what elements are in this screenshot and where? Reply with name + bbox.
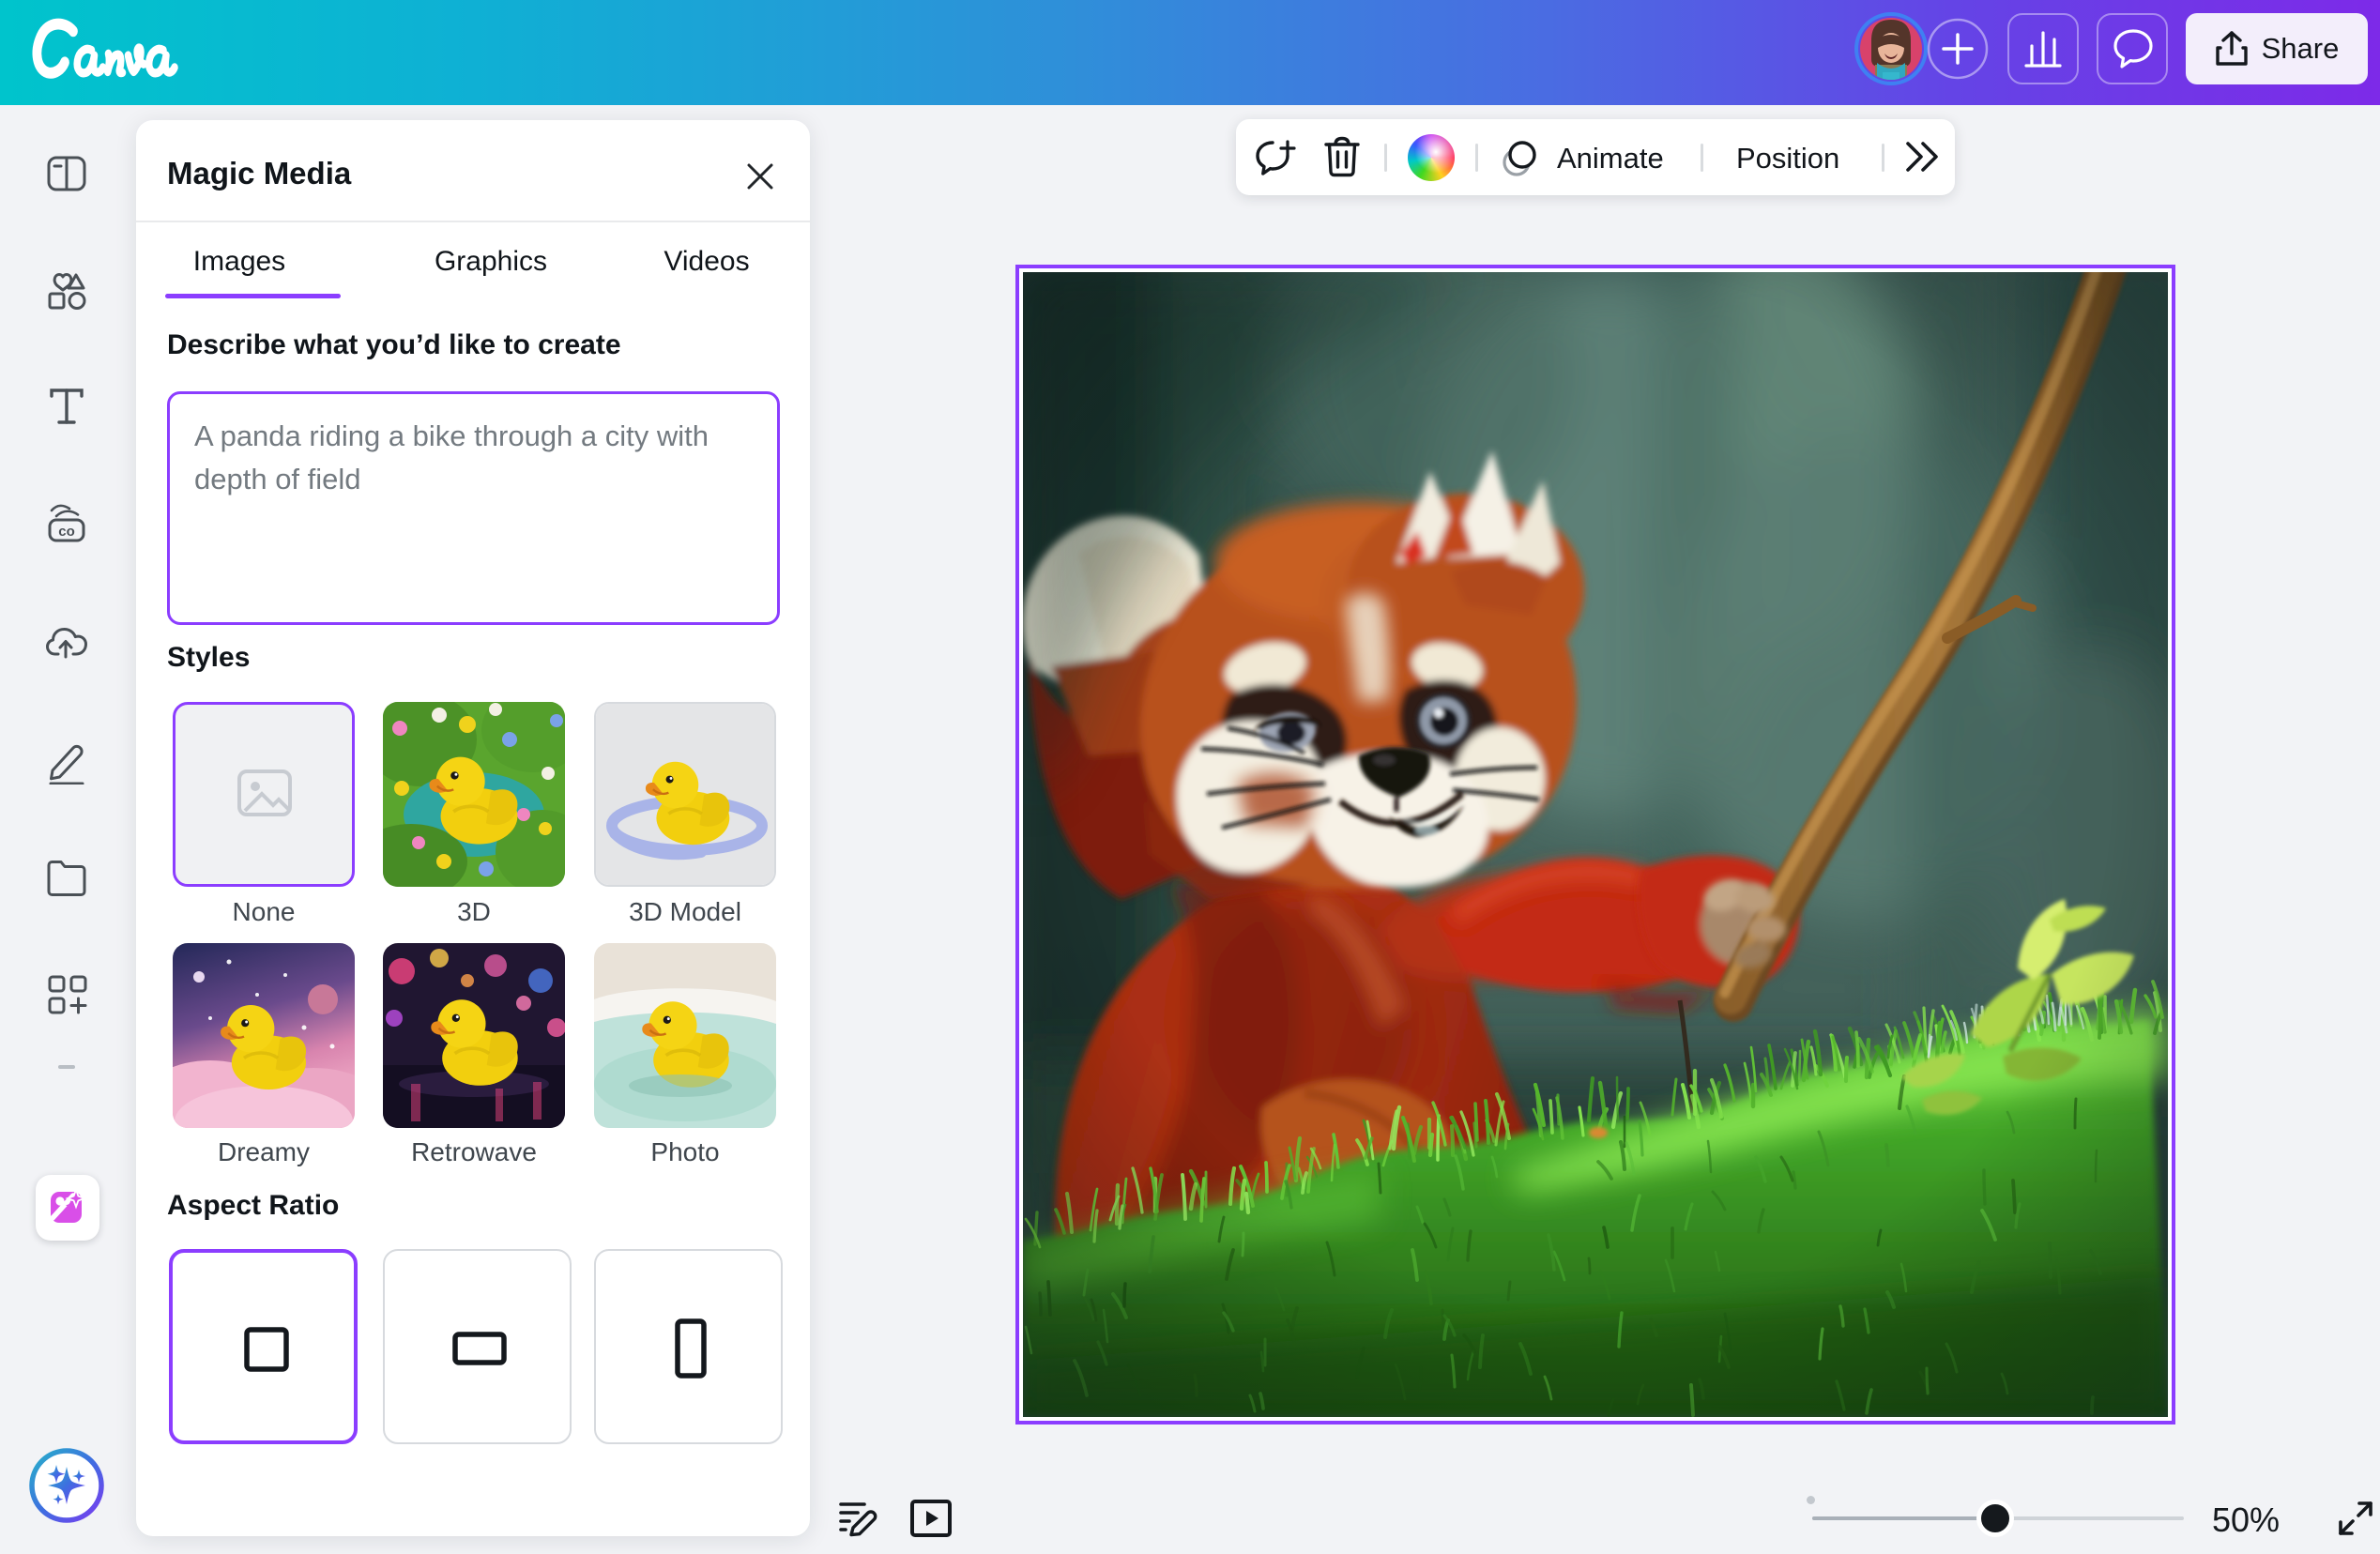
svg-text:co: co bbox=[58, 524, 75, 540]
